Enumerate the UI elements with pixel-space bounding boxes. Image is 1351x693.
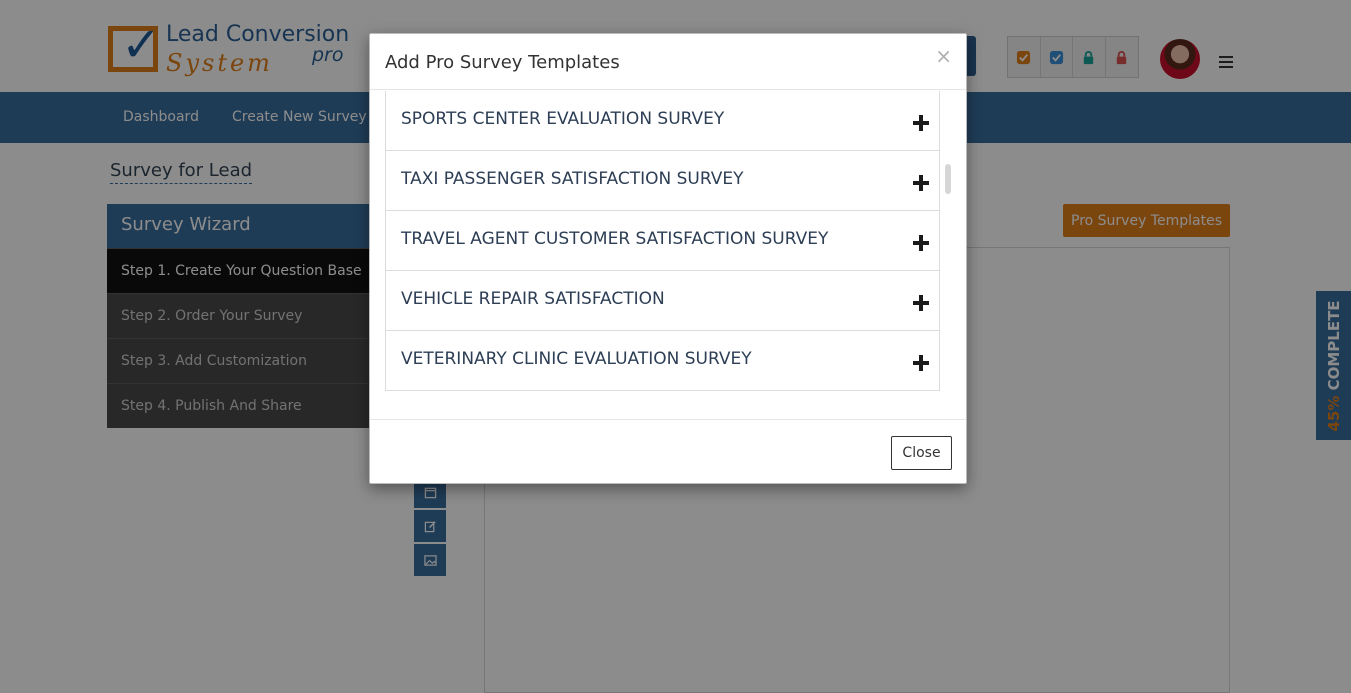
template-item[interactable]: TAXI PASSENGER SATISFACTION SURVEY (385, 151, 940, 211)
template-name: TRAVEL AGENT CUSTOMER SATISFACTION SURVE… (401, 229, 829, 249)
template-item[interactable]: VETERINARY CLINIC EVALUATION SURVEY (385, 331, 940, 391)
close-button[interactable]: Close (891, 436, 952, 470)
template-item[interactable]: TRAVEL AGENT CUSTOMER SATISFACTION SURVE… (385, 211, 940, 271)
close-icon[interactable]: × (935, 44, 952, 68)
list-scrollbar[interactable] (944, 91, 952, 419)
template-name: SPORTS CENTER EVALUATION SURVEY (401, 109, 725, 129)
add-template-icon[interactable] (913, 295, 929, 311)
template-list[interactable]: SPORTS CENTER EVALUATION SURVEY TAXI PAS… (385, 91, 955, 419)
modal-title: Add Pro Survey Templates (385, 52, 620, 73)
scrollbar-thumb[interactable] (945, 164, 951, 194)
template-name: VETERINARY CLINIC EVALUATION SURVEY (401, 349, 752, 369)
template-item[interactable]: VEHICLE REPAIR SATISFACTION (385, 271, 940, 331)
template-name: VEHICLE REPAIR SATISFACTION (401, 289, 665, 309)
add-template-icon[interactable] (913, 355, 929, 371)
add-pro-survey-templates-modal: Add Pro Survey Templates × SPORTS CENTER… (369, 33, 967, 484)
modal-header: Add Pro Survey Templates × (370, 34, 966, 90)
add-template-icon[interactable] (913, 235, 929, 251)
add-template-icon[interactable] (913, 115, 929, 131)
add-template-icon[interactable] (913, 175, 929, 191)
template-item[interactable]: SPORTS CENTER EVALUATION SURVEY (385, 91, 940, 151)
template-name: TAXI PASSENGER SATISFACTION SURVEY (401, 169, 744, 189)
modal-footer: Close (370, 419, 966, 484)
